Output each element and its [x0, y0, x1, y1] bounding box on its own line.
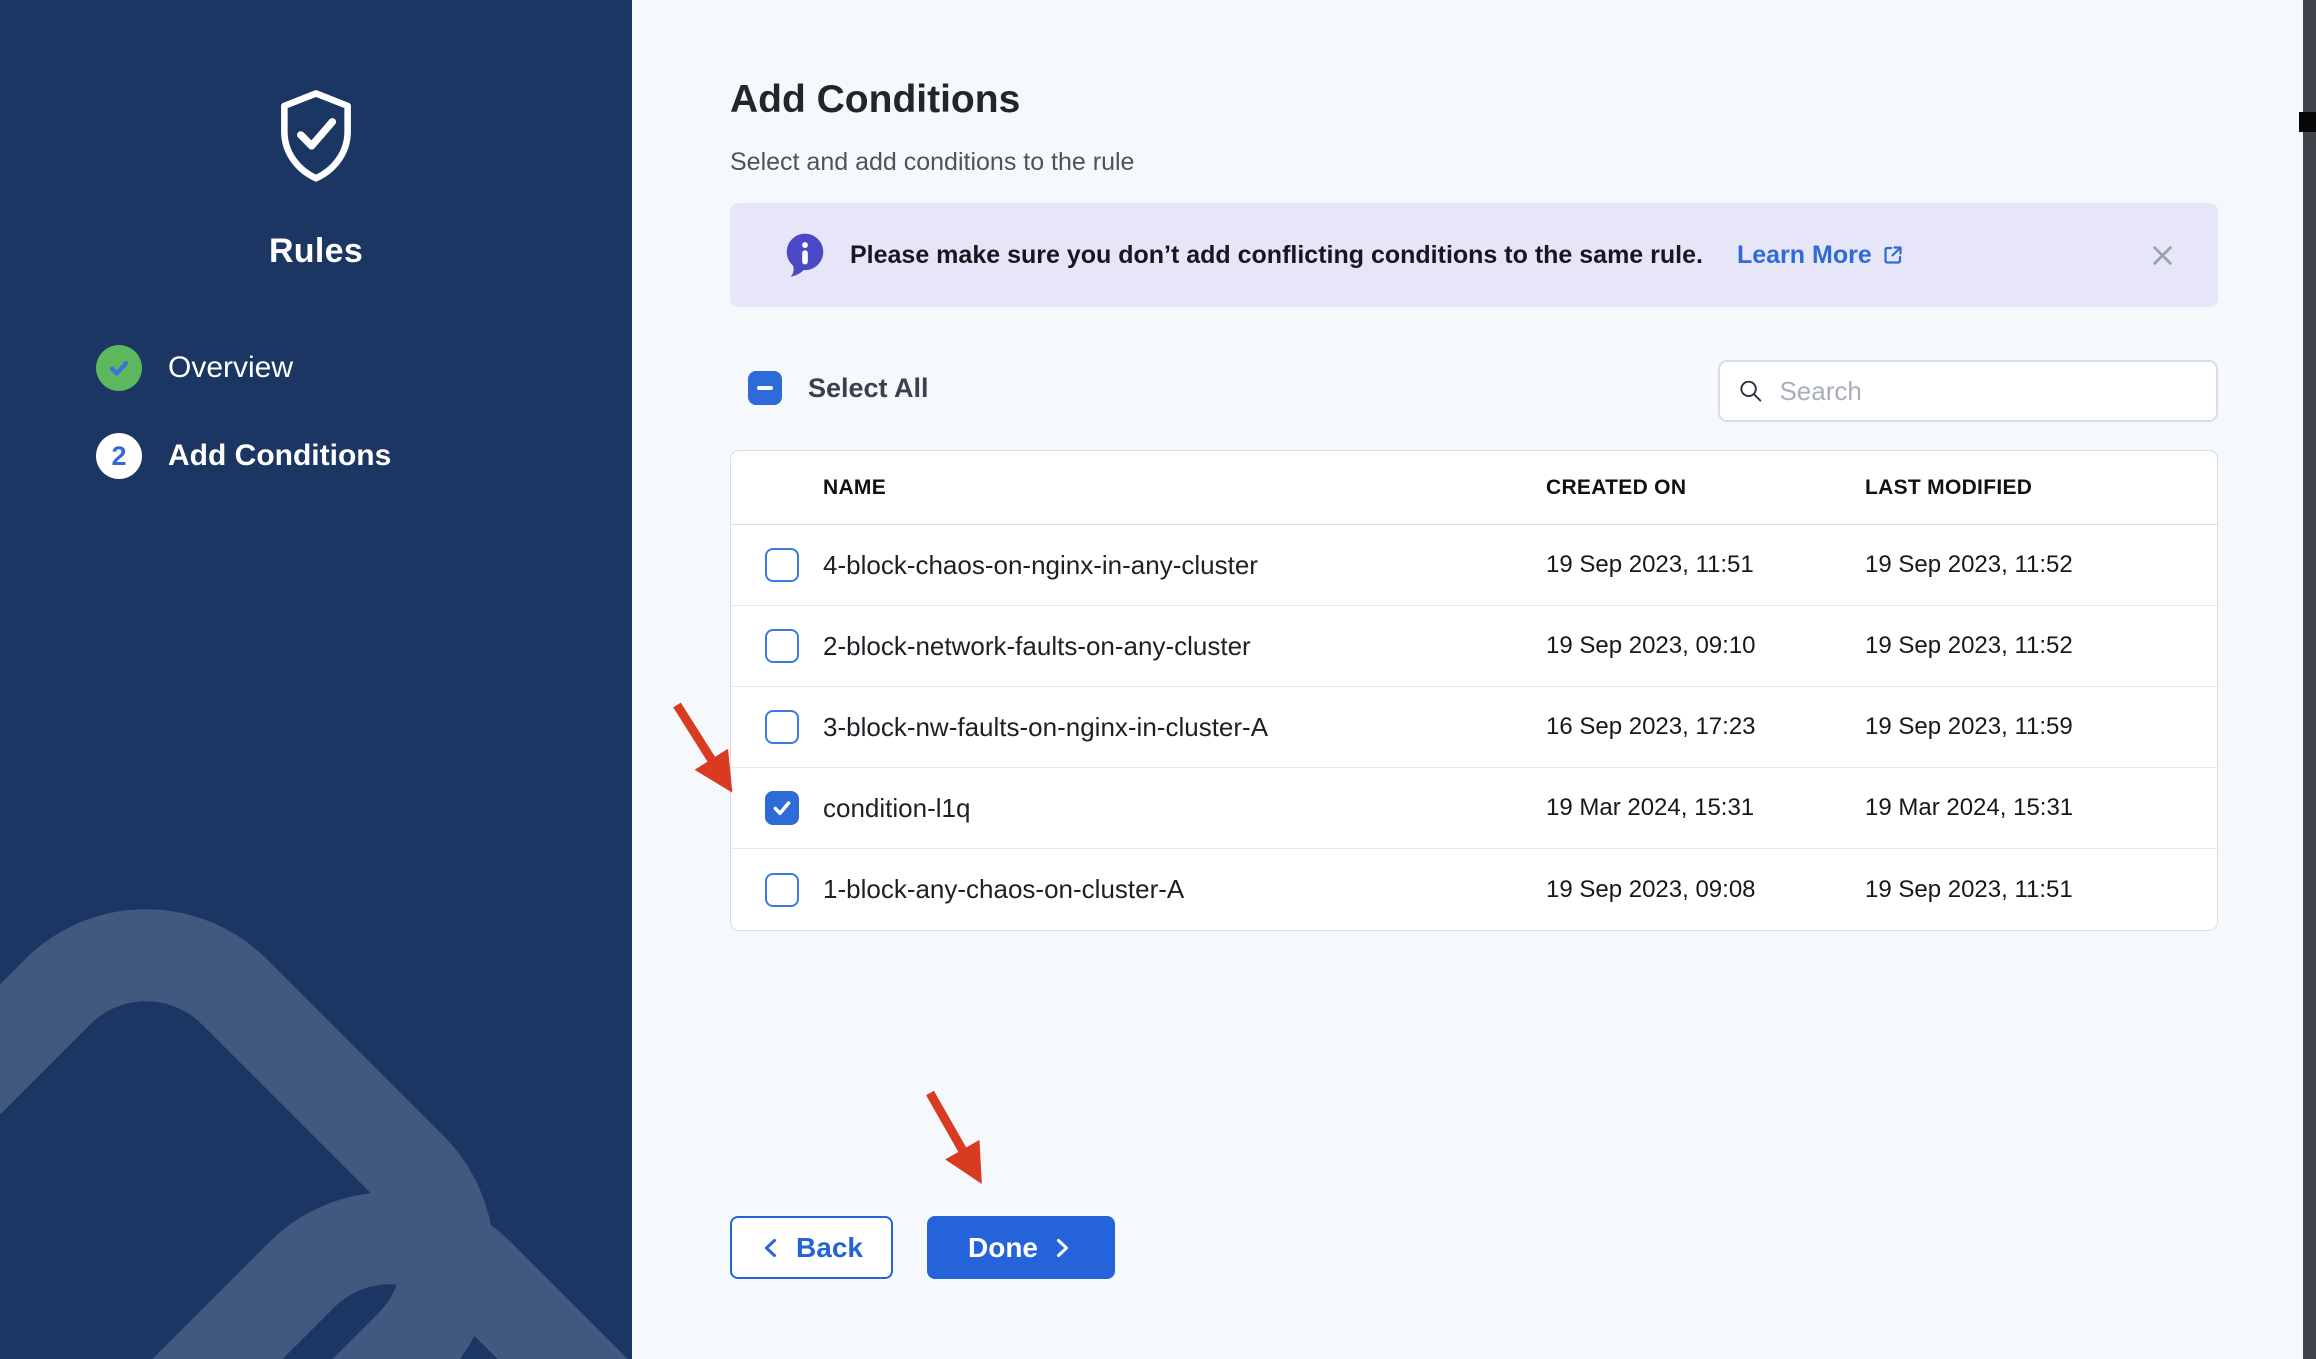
- row-last-modified: 19 Sep 2023, 11:59: [1865, 713, 2217, 741]
- screen-edge-strip: [2303, 0, 2316, 1359]
- step-overview[interactable]: Overview: [96, 345, 391, 391]
- conditions-table: NAME CREATED ON LAST MODIFIED 4-block-ch…: [730, 450, 2218, 931]
- row-checkbox[interactable]: [765, 548, 799, 582]
- done-button[interactable]: Done: [927, 1216, 1115, 1279]
- select-all-control[interactable]: Select All: [748, 371, 929, 405]
- external-link-icon: [1881, 243, 1905, 267]
- row-last-modified: 19 Sep 2023, 11:52: [1865, 551, 2217, 579]
- row-checkbox[interactable]: [765, 710, 799, 744]
- learn-more-label: Learn More: [1737, 241, 1872, 270]
- wizard-sidebar: Rules Overview 2 Add Conditions: [0, 0, 632, 1359]
- row-checkbox[interactable]: [765, 629, 799, 663]
- indeterminate-dash-icon: [757, 386, 773, 390]
- row-name: 3-block-nw-faults-on-nginx-in-cluster-A: [823, 712, 1546, 743]
- back-button-label: Back: [796, 1232, 863, 1264]
- row-checkbox[interactable]: [765, 873, 799, 907]
- select-all-checkbox[interactable]: [748, 371, 782, 405]
- row-created-on: 16 Sep 2023, 17:23: [1546, 713, 1865, 741]
- row-created-on: 19 Sep 2023, 11:51: [1546, 551, 1865, 579]
- column-created-on: CREATED ON: [1546, 476, 1865, 500]
- banner-message: Please make sure you don’t add conflicti…: [850, 241, 1703, 270]
- row-last-modified: 19 Sep 2023, 11:52: [1865, 632, 2217, 660]
- row-name: condition-l1q: [823, 793, 1546, 824]
- wizard-steps: Overview 2 Add Conditions: [96, 345, 391, 521]
- search-input[interactable]: [1779, 376, 2198, 407]
- check-icon: [771, 797, 793, 819]
- row-name: 2-block-network-faults-on-any-cluster: [823, 631, 1546, 662]
- table-row: 2-block-network-faults-on-any-cluster 19…: [731, 606, 2217, 687]
- table-header: NAME CREATED ON LAST MODIFIED: [731, 451, 2217, 525]
- column-last-modified: LAST MODIFIED: [1865, 476, 2217, 500]
- row-name: 4-block-chaos-on-nginx-in-any-cluster: [823, 550, 1546, 581]
- shield-check-icon: [271, 88, 361, 184]
- table-row: condition-l1q 19 Mar 2024, 15:31 19 Mar …: [731, 768, 2217, 849]
- done-button-label: Done: [968, 1232, 1038, 1264]
- sidebar-title: Rules: [0, 232, 632, 271]
- chevron-left-icon: [760, 1236, 784, 1260]
- chevron-right-icon: [1050, 1236, 1074, 1260]
- table-row: 1-block-any-chaos-on-cluster-A 19 Sep 20…: [731, 849, 2217, 930]
- step-complete-icon: [96, 345, 142, 391]
- info-banner: Please make sure you don’t add conflicti…: [730, 203, 2218, 307]
- column-name: NAME: [823, 476, 1546, 500]
- row-created-on: 19 Sep 2023, 09:08: [1546, 876, 1865, 904]
- search-icon: [1738, 377, 1763, 405]
- select-all-label: Select All: [808, 373, 929, 404]
- step-number-badge: 2: [96, 433, 142, 479]
- back-button[interactable]: Back: [730, 1216, 893, 1279]
- table-row: 3-block-nw-faults-on-nginx-in-cluster-A …: [731, 687, 2217, 768]
- step-add-conditions-label: Add Conditions: [168, 439, 391, 473]
- screen-edge-notch: [2299, 112, 2316, 132]
- step-overview-label: Overview: [168, 351, 293, 385]
- page-subtitle: Select and add conditions to the rule: [730, 148, 1134, 177]
- step-add-conditions[interactable]: 2 Add Conditions: [96, 433, 391, 479]
- table-body: 4-block-chaos-on-nginx-in-any-cluster 19…: [731, 525, 2217, 930]
- page-title: Add Conditions: [730, 78, 1020, 122]
- learn-more-link[interactable]: Learn More: [1737, 241, 1905, 270]
- row-checkbox[interactable]: [765, 791, 799, 825]
- row-created-on: 19 Mar 2024, 15:31: [1546, 794, 1865, 822]
- table-row: 4-block-chaos-on-nginx-in-any-cluster 19…: [731, 525, 2217, 606]
- banner-close-icon[interactable]: [2143, 236, 2182, 275]
- row-last-modified: 19 Mar 2024, 15:31: [1865, 794, 2217, 822]
- brand-watermark: [0, 799, 632, 1359]
- info-icon: [782, 231, 828, 279]
- main-panel: Add Conditions Select and add conditions…: [632, 0, 2316, 1359]
- row-name: 1-block-any-chaos-on-cluster-A: [823, 874, 1546, 905]
- row-last-modified: 19 Sep 2023, 11:51: [1865, 876, 2217, 904]
- search-box[interactable]: [1718, 360, 2218, 422]
- row-created-on: 19 Sep 2023, 09:10: [1546, 632, 1865, 660]
